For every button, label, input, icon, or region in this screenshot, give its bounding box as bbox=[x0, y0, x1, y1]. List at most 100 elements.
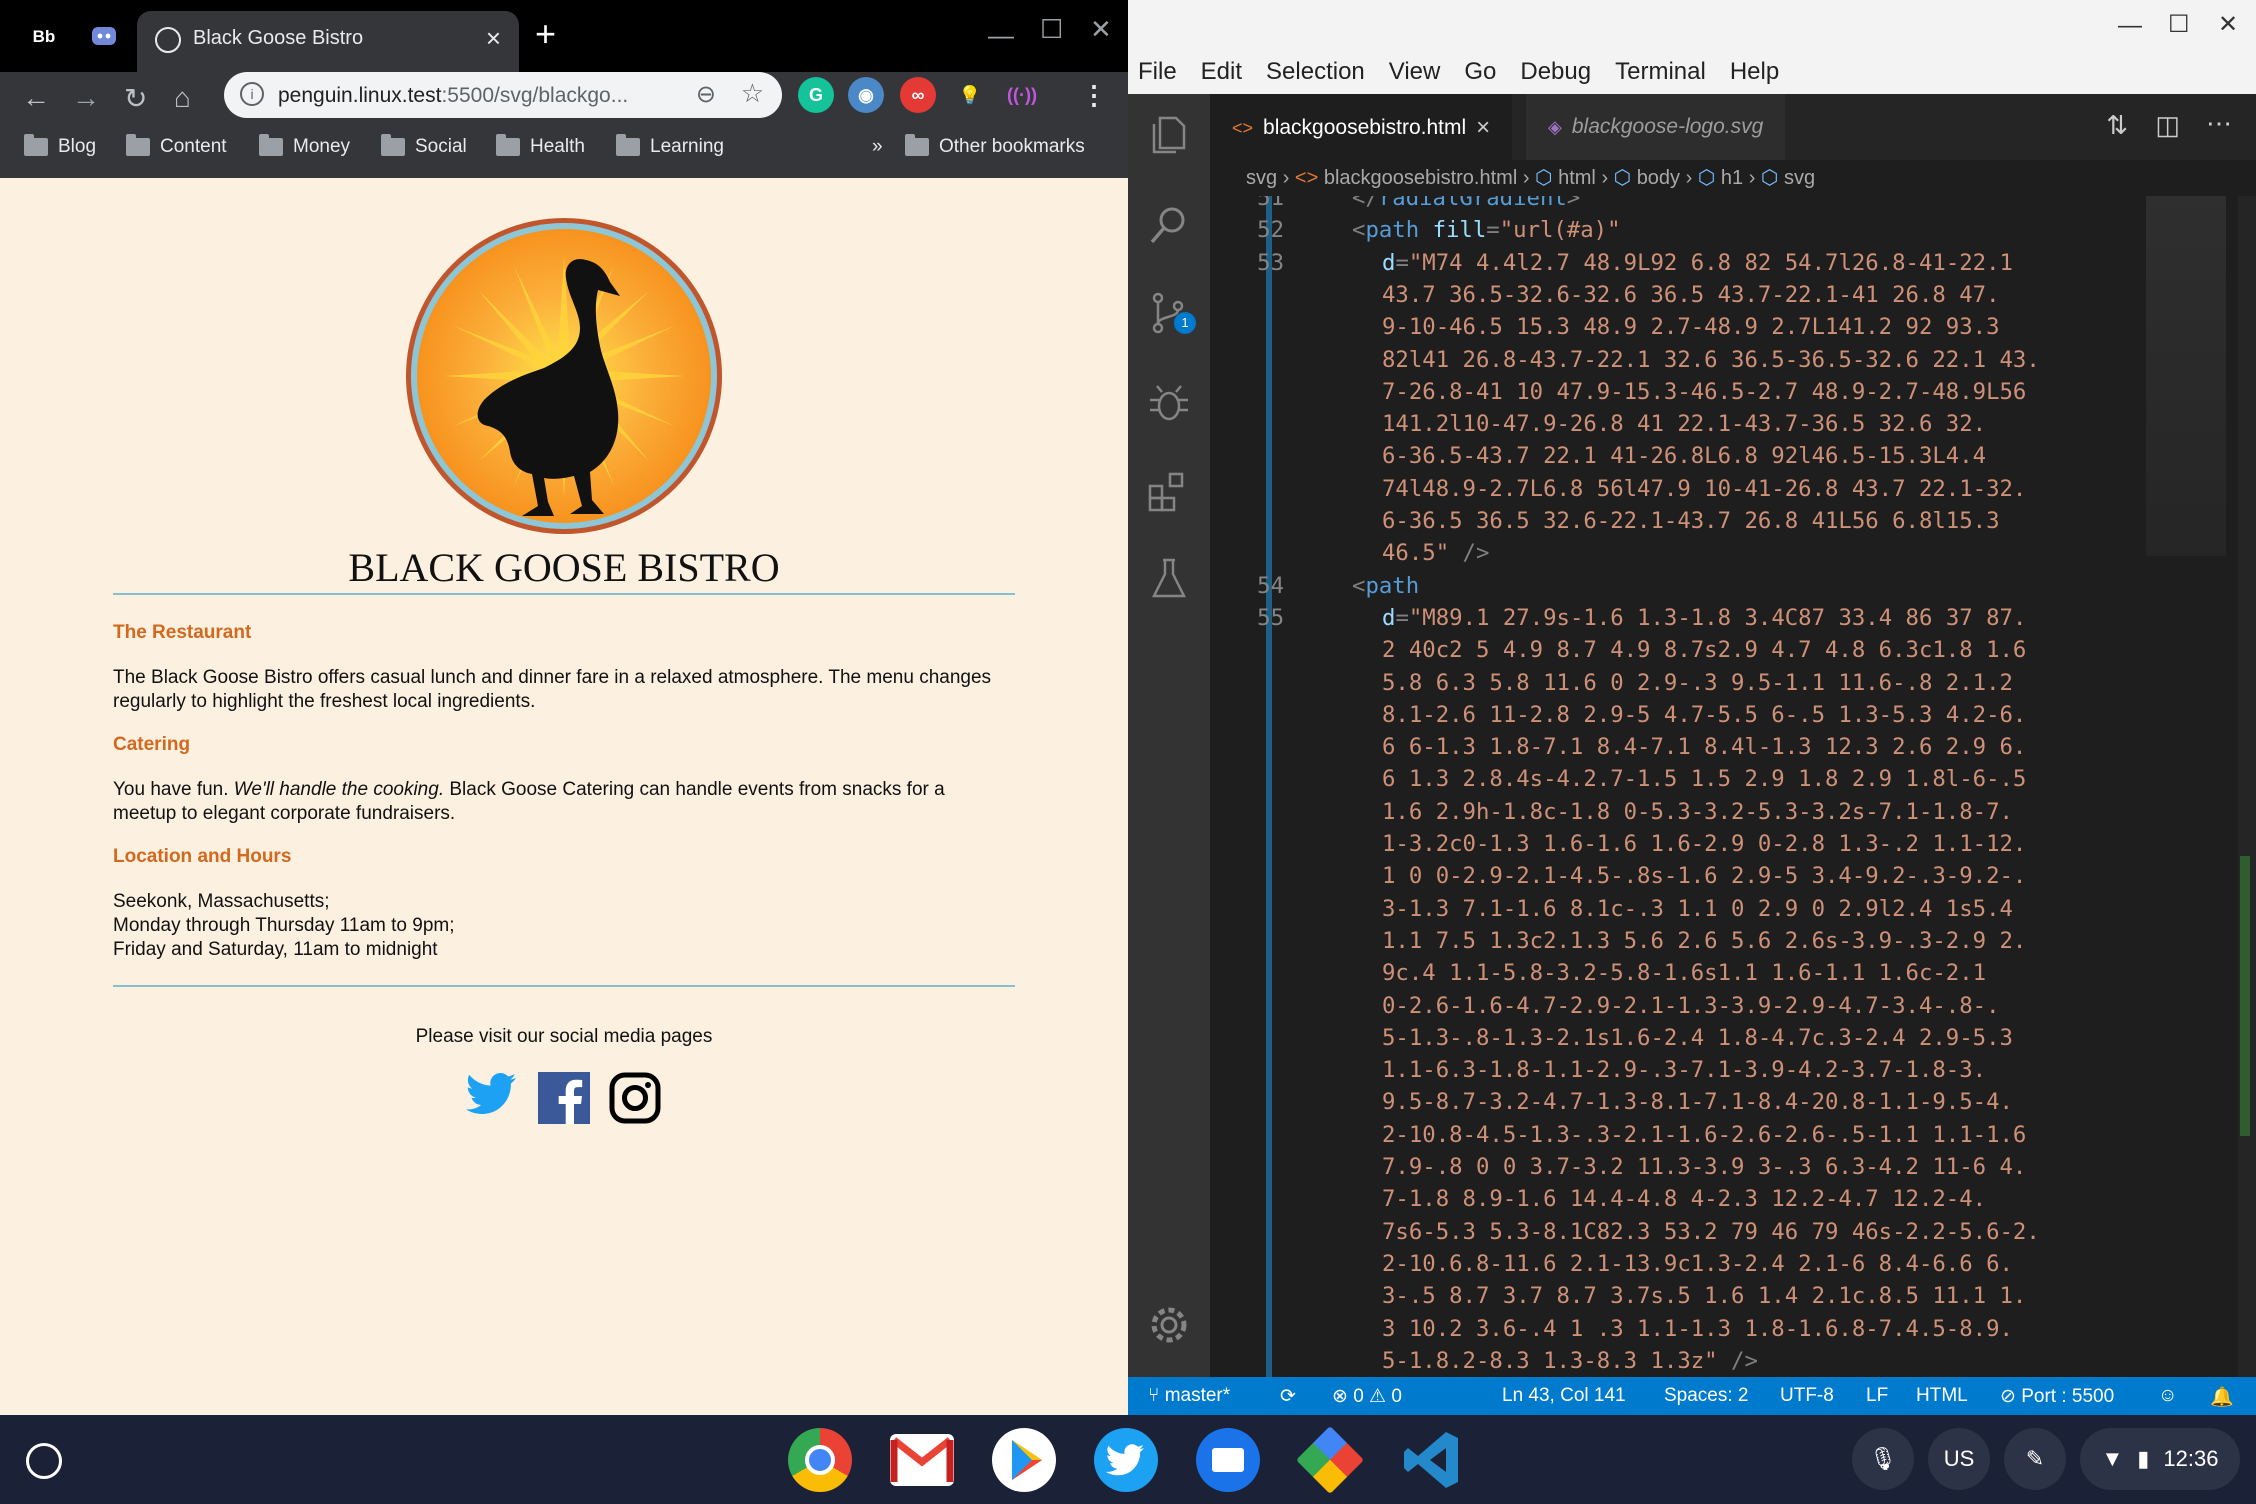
ime-indicator[interactable]: US bbox=[1928, 1428, 1990, 1490]
live-server-port[interactable]: ⊘ Port : 5500 bbox=[2000, 1385, 2114, 1408]
code-editor[interactable]: 51 </radialGradient> 52 <path fill="url(#a)… bbox=[1210, 196, 2256, 1377]
feedback-icon[interactable]: ☺ bbox=[2158, 1385, 2177, 1407]
bookmark-money[interactable]: Money bbox=[259, 134, 350, 158]
keep-extension-icon[interactable]: 💡 bbox=[952, 77, 988, 113]
menu-terminal[interactable]: Terminal bbox=[1615, 58, 1706, 86]
minimize-icon[interactable]: — bbox=[2118, 12, 2142, 40]
code-line: 3-.5 8.7 3.7 8.7 3.7s.5 1.6 1.4 2.1c.8.5… bbox=[1382, 1283, 2027, 1310]
close-window-icon[interactable]: ✕ bbox=[1090, 14, 1112, 45]
bookmark-other[interactable]: Other bookmarks bbox=[905, 134, 1085, 158]
debug-icon[interactable] bbox=[1146, 380, 1192, 426]
notifications-bell-icon[interactable]: 🔔 bbox=[2210, 1385, 2234, 1409]
footer-divider bbox=[113, 985, 1015, 987]
menu-selection[interactable]: Selection bbox=[1266, 58, 1365, 86]
site-info-icon[interactable]: i bbox=[240, 82, 264, 106]
encoding-status[interactable]: UTF-8 bbox=[1780, 1385, 1834, 1407]
black-goose-logo bbox=[406, 218, 722, 534]
launcher-icon[interactable] bbox=[26, 1443, 62, 1479]
bookmark-social[interactable]: Social bbox=[381, 134, 467, 158]
menu-edit[interactable]: Edit bbox=[1201, 58, 1242, 86]
chevron-right-icon: › bbox=[1601, 167, 1614, 189]
twitter-app-icon[interactable] bbox=[1094, 1428, 1158, 1492]
menu-help[interactable]: Help bbox=[1730, 58, 1779, 86]
extension-globe-icon[interactable]: ◉ bbox=[848, 77, 884, 113]
more-actions-icon[interactable]: ⋯ bbox=[2206, 108, 2232, 139]
files-app-icon[interactable] bbox=[1196, 1428, 1260, 1492]
tab-blackgoose-logo-svg[interactable]: ◈ blackgoose-logo.svg bbox=[1526, 94, 1786, 160]
code-line: 1.1 7.5 1.3c2.1.3 5.6 2.6 5.6 2.6s-3.9-.… bbox=[1382, 927, 2027, 954]
maximize-icon[interactable]: ☐ bbox=[1040, 14, 1063, 45]
breadcrumb-item[interactable]: html bbox=[1558, 167, 1596, 189]
cast-extension-icon[interactable]: ((·)) bbox=[1004, 77, 1040, 113]
code-line: 9-10-46.5 15.3 48.9 2.7-48.9 2.7L141.2 9… bbox=[1382, 314, 2000, 341]
maximize-icon[interactable]: ☐ bbox=[2168, 10, 2190, 39]
bookmark-content[interactable]: Content bbox=[126, 134, 227, 158]
settings-gear-icon[interactable] bbox=[1146, 1302, 1192, 1348]
split-editor-icon[interactable]: ◫ bbox=[2155, 110, 2180, 141]
cursor-position[interactable]: Ln 43, Col 141 bbox=[1502, 1385, 1626, 1407]
pinned-tab-discord[interactable] bbox=[76, 14, 132, 60]
zoom-icon[interactable]: ⊖ bbox=[696, 80, 716, 109]
bookmark-star-icon[interactable]: ☆ bbox=[741, 78, 764, 109]
grammarly-extension-icon[interactable]: G bbox=[798, 77, 834, 113]
tab-blackgoosebistro-html[interactable]: <> blackgoosebistro.html × bbox=[1210, 94, 1513, 160]
address-bar[interactable]: i penguin.linux.test:5500/svg/blackgo...… bbox=[224, 72, 782, 118]
menu-file[interactable]: File bbox=[1138, 58, 1177, 86]
explorer-icon[interactable] bbox=[1146, 112, 1192, 158]
facebook-icon[interactable] bbox=[538, 1072, 590, 1124]
editor-scrollbar[interactable] bbox=[2238, 196, 2256, 1377]
problems-status[interactable]: ⊗ 0 ⚠ 0 bbox=[1332, 1385, 1402, 1408]
stylus-pen-icon[interactable]: ✎ bbox=[2004, 1428, 2066, 1490]
language-status[interactable]: HTML bbox=[1916, 1385, 1968, 1407]
new-tab-button[interactable]: + bbox=[535, 16, 556, 52]
breadcrumb-item[interactable]: svg bbox=[1246, 167, 1277, 189]
code-line: 5.8 6.3 5.8 11.6 0 2.9-.3 9.5-1.1 11.6-.… bbox=[1382, 669, 2013, 696]
minimize-icon[interactable]: — bbox=[988, 20, 1014, 51]
eol-status[interactable]: LF bbox=[1866, 1385, 1888, 1407]
code-line: 2 40c2 5 4.9 8.7 4.9 8.7s2.9 4.7 4.8 6.3… bbox=[1382, 637, 2027, 664]
sync-icon[interactable]: ⟳ bbox=[1280, 1385, 1296, 1408]
testing-flask-icon[interactable] bbox=[1146, 556, 1192, 602]
bookmark-learning[interactable]: Learning bbox=[616, 134, 724, 158]
twitter-icon[interactable] bbox=[466, 1072, 518, 1120]
forward-icon[interactable]: → bbox=[72, 82, 100, 114]
microphone-icon[interactable]: 🎙 bbox=[1852, 1428, 1914, 1490]
breadcrumb-item[interactable]: svg bbox=[1784, 167, 1815, 189]
menu-debug[interactable]: Debug bbox=[1520, 58, 1591, 86]
branch-status[interactable]: ⑂ master* bbox=[1148, 1385, 1230, 1407]
menu-view[interactable]: View bbox=[1389, 58, 1441, 86]
compare-changes-icon[interactable]: ⇅ bbox=[2106, 110, 2128, 141]
home-icon[interactable]: ⌂ bbox=[174, 82, 191, 114]
close-window-icon[interactable]: ✕ bbox=[2218, 10, 2238, 39]
gmail-app-icon[interactable] bbox=[890, 1434, 954, 1486]
pinned-tab-bb[interactable]: Bb bbox=[16, 14, 72, 60]
breadcrumb-item[interactable]: body bbox=[1637, 167, 1680, 189]
bookmark-health[interactable]: Health bbox=[496, 134, 585, 158]
chrome-app-icon[interactable] bbox=[788, 1428, 852, 1492]
menu-go[interactable]: Go bbox=[1464, 58, 1496, 86]
tab-black-goose-bistro[interactable]: Black Goose Bistro × bbox=[137, 11, 519, 72]
tab-title: Black Goose Bistro bbox=[193, 27, 364, 49]
clock: 12:36 bbox=[2163, 1446, 2219, 1471]
close-tab-icon[interactable]: × bbox=[1476, 114, 1490, 142]
system-tray[interactable]: ▼ ▮ 12:36 bbox=[2080, 1428, 2240, 1490]
extensions-icon[interactable] bbox=[1146, 468, 1192, 514]
element-cube-icon: ⬡ bbox=[1760, 167, 1779, 189]
close-tab-icon[interactable]: × bbox=[486, 23, 501, 54]
pinned-tab-label: Bb bbox=[32, 27, 56, 46]
bookmarks-overflow[interactable]: » bbox=[872, 136, 883, 158]
instagram-icon[interactable] bbox=[609, 1072, 661, 1124]
play-store-app-icon[interactable] bbox=[992, 1428, 1056, 1492]
bookmark-blog[interactable]: Blog bbox=[24, 134, 97, 158]
reload-icon[interactable]: ↻ bbox=[124, 82, 147, 115]
search-icon[interactable] bbox=[1146, 202, 1192, 248]
breadcrumb-item[interactable]: h1 bbox=[1721, 167, 1743, 189]
indentation-status[interactable]: Spaces: 2 bbox=[1664, 1385, 1749, 1407]
chrome-menu-icon[interactable]: ⋮ bbox=[1076, 77, 1112, 113]
bookmark-label: Blog bbox=[58, 136, 97, 157]
minimap[interactable] bbox=[2146, 196, 2226, 1377]
vscode-app-icon[interactable] bbox=[1400, 1428, 1464, 1492]
breadcrumb-item[interactable]: blackgoosebistro.html bbox=[1324, 167, 1517, 189]
lastpass-extension-icon[interactable]: ∞ bbox=[900, 77, 936, 113]
back-icon[interactable]: ← bbox=[22, 82, 50, 114]
